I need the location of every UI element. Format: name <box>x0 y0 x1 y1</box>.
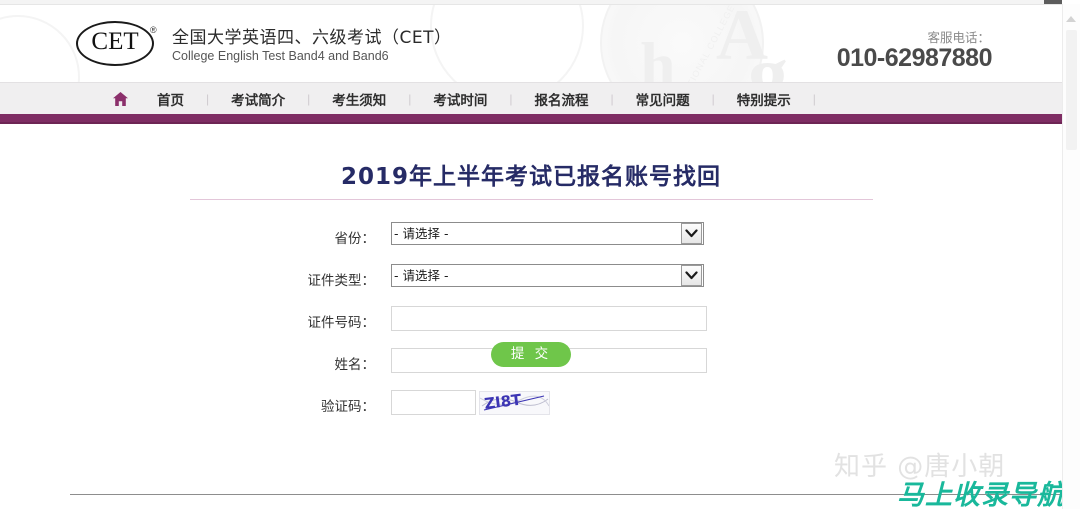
nav-items-container: 首页 | 考试简介 | 考生须知 | 考试时间 | 报名流程 | 常见问题 | … <box>105 83 816 115</box>
nav-accent-bar <box>0 114 1062 124</box>
page-title: 2019年上半年考试已报名账号找回 <box>340 164 721 190</box>
logo-text: CET <box>91 28 139 55</box>
nav-item-faq[interactable]: 常见问题 <box>614 89 712 109</box>
province-select[interactable]: - 请选择 - <box>391 222 704 245</box>
scroll-up-arrow-icon[interactable] <box>1066 16 1076 22</box>
nav-separator: | <box>812 92 816 106</box>
nav-item-exam-time[interactable]: 考试时间 <box>411 89 509 109</box>
label-captcha: 验证码： <box>321 399 375 415</box>
nav-item-special-tips[interactable]: 特别提示 <box>715 89 813 109</box>
captcha-image[interactable]: ZI8T <box>479 391 550 415</box>
nav-item-candidate-notice[interactable]: 考生须知 <box>310 89 408 109</box>
nav-item-home[interactable]: 首页 <box>135 89 206 109</box>
id-number-input[interactable] <box>391 306 707 331</box>
submit-row: 提 交 <box>0 342 1062 367</box>
form-row-captcha: 验证码： ZI8T <box>0 390 1062 432</box>
registered-trademark-icon: ® <box>150 25 157 35</box>
site-title-chinese: 全国大学英语四、六级考试（CET） <box>172 28 452 48</box>
id-type-select-wrap: - 请选择 - <box>0 264 1062 290</box>
browser-chrome-marker <box>1044 0 1062 4</box>
nav-item-exam-intro[interactable]: 考试简介 <box>209 89 307 109</box>
captcha-input[interactable] <box>391 390 476 415</box>
header-watermark-seal-2 <box>430 5 584 82</box>
page-root: h A g NATIONAL COLLEGE ENGLISH TEST CET … <box>0 0 1062 509</box>
site-nav-watermark: 马上收录导航 <box>897 480 1062 509</box>
site-title-english: College English Test Band4 and Band6 <box>172 49 389 63</box>
vertical-scrollbar[interactable] <box>1062 4 1080 509</box>
province-select-wrap: - 请选择 - <box>0 222 1062 248</box>
header-watermark-letter-h: h <box>640 29 676 83</box>
form-row-province: 省份： - 请选择 - <box>0 222 1062 264</box>
hotline-number: 010-62987880 <box>836 44 993 72</box>
label-id-number: 证件号码： <box>307 315 376 331</box>
browser-chrome-strip <box>0 0 1062 5</box>
cet-logo[interactable]: CET ® <box>76 21 160 68</box>
main-navigation: 首页 | 考试简介 | 考生须知 | 考试时间 | 报名流程 | 常见问题 | … <box>0 82 1062 115</box>
home-icon[interactable] <box>105 91 135 107</box>
scrollbar-thumb[interactable] <box>1066 30 1077 150</box>
id-type-select[interactable]: - 请选择 - <box>391 264 704 287</box>
title-divider <box>190 199 873 200</box>
header-watermark-letter-g: g <box>748 31 788 82</box>
nav-item-registration-process[interactable]: 报名流程 <box>513 89 611 109</box>
submit-button[interactable]: 提 交 <box>491 342 571 367</box>
form-row-id-type: 证件类型： - 请选择 - <box>0 264 1062 306</box>
account-recovery-form: 省份： - 请选择 - 证件类型： - 请选择 - 证件号码： 姓名： 验证码：… <box>0 222 1062 432</box>
site-header: h A g NATIONAL COLLEGE ENGLISH TEST CET … <box>0 5 1062 82</box>
header-watermark-seal-3 <box>0 15 80 82</box>
